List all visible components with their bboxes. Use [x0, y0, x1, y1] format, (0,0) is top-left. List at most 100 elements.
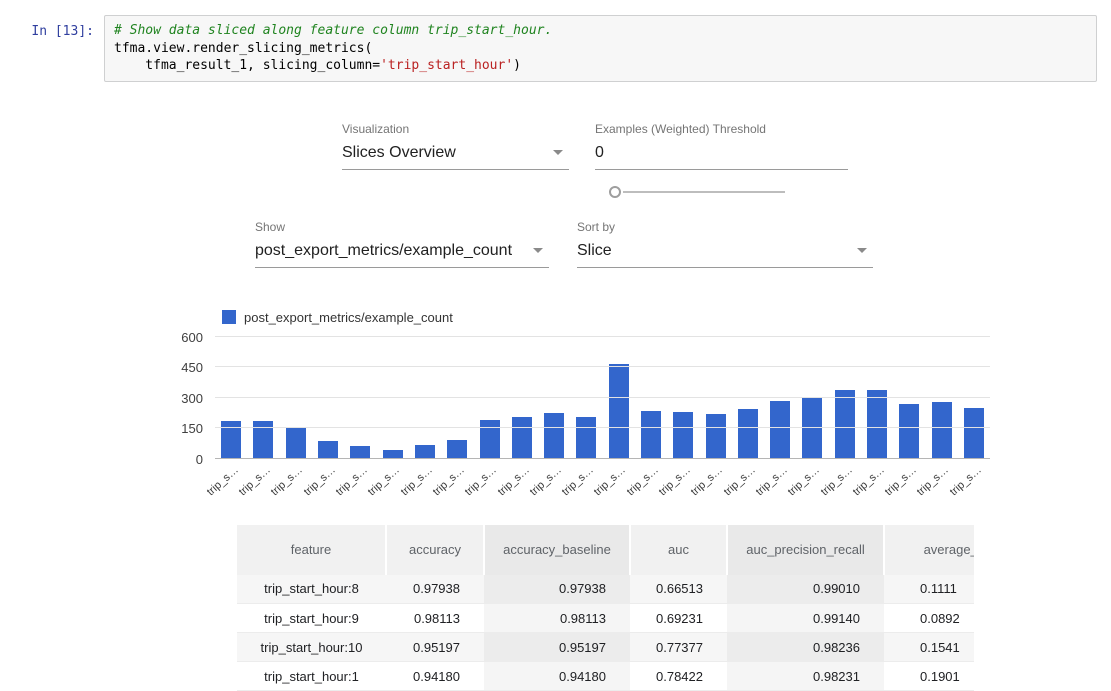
bar-slot [570, 337, 602, 459]
bar[interactable] [576, 417, 596, 459]
bar-chart: post_export_metrics/example_count 015030… [0, 310, 1111, 505]
column-header-auc[interactable]: auc [630, 525, 727, 575]
column-header-accuracy[interactable]: accuracy [386, 525, 484, 575]
chevron-down-icon [553, 150, 563, 155]
bar[interactable] [544, 413, 564, 459]
bar[interactable] [964, 408, 984, 459]
bar[interactable] [447, 440, 467, 458]
notebook-cell: In [13]: # Show data sliced along featur… [0, 0, 1111, 82]
x-label-slot: trip_s… [312, 459, 344, 505]
y-tick-label: 150 [181, 421, 203, 436]
bar[interactable] [899, 404, 919, 459]
gridline [215, 366, 990, 367]
slider-knob[interactable] [609, 186, 621, 198]
bar[interactable] [770, 401, 790, 459]
bar[interactable] [835, 390, 855, 459]
column-header-average_los[interactable]: average_los [884, 525, 974, 575]
x-label-slot: trip_s… [538, 459, 570, 505]
metric-cell: 0.0892 [884, 604, 974, 633]
x-label-slot: trip_s… [473, 459, 505, 505]
sort-field: Sort by Slice [577, 220, 873, 268]
bar[interactable] [867, 390, 887, 459]
y-tick-label: 450 [181, 360, 203, 375]
table-row[interactable]: trip_start_hour:80.979380.979380.665130.… [237, 575, 974, 604]
bar[interactable] [706, 414, 726, 459]
metric-cell: 0.1541 [884, 633, 974, 662]
bar-slot [473, 337, 505, 459]
metric-cell: 0.94180 [386, 662, 484, 691]
column-header-feature[interactable]: feature [237, 525, 386, 575]
feature-cell: trip_start_hour:9 [237, 604, 386, 633]
x-label-slot: trip_s… [699, 459, 731, 505]
x-label-slot: trip_s… [344, 459, 376, 505]
bar-slot [699, 337, 731, 459]
bar-slot [667, 337, 699, 459]
legend-swatch [222, 310, 236, 324]
code-line-3: tfma_result_1, slicing_column='trip_star… [114, 57, 1087, 75]
x-label-slot: trip_s… [280, 459, 312, 505]
threshold-input[interactable] [595, 144, 848, 170]
metric-cell: 0.97938 [386, 575, 484, 604]
bar[interactable] [641, 411, 661, 459]
visualization-label: Visualization [342, 122, 569, 136]
chart-body: 0150300450600 trip_s…trip_s…trip_s…trip_… [185, 337, 1111, 505]
metric-cell: 0.69231 [630, 604, 727, 633]
visualization-dropdown[interactable]: Slices Overview [342, 144, 569, 170]
chevron-down-icon [857, 248, 867, 253]
x-label-slot: trip_s… [603, 459, 635, 505]
x-label-slot: trip_s… [506, 459, 538, 505]
bar[interactable] [318, 441, 338, 458]
metric-cell: 0.1901 [884, 662, 974, 691]
metric-cell: 0.97938 [484, 575, 630, 604]
metric-cell: 0.98231 [727, 662, 884, 691]
column-header-auc_precision_recall[interactable]: auc_precision_recall [727, 525, 884, 575]
x-label-slot: trip_s… [376, 459, 408, 505]
table-row[interactable]: trip_start_hour:90.981130.981130.692310.… [237, 604, 974, 633]
bar-slot [376, 337, 408, 459]
sort-dropdown[interactable]: Slice [577, 242, 873, 268]
bar-slot [635, 337, 667, 459]
slider-track[interactable] [623, 191, 785, 193]
bar[interactable] [738, 409, 758, 459]
bar[interactable] [286, 428, 306, 459]
code-text: tfma.view.render_slicing_metrics( [114, 41, 372, 56]
bar[interactable] [609, 364, 629, 459]
show-dropdown[interactable]: post_export_metrics/example_count [255, 242, 549, 268]
y-tick-label: 0 [196, 452, 203, 467]
table-row[interactable]: trip_start_hour:100.951970.951970.773770… [237, 633, 974, 662]
gridline [215, 397, 990, 398]
bar-slot [247, 337, 279, 459]
x-labels: trip_s…trip_s…trip_s…trip_s…trip_s…trip_… [215, 459, 990, 505]
y-tick-label: 300 [181, 391, 203, 406]
metrics-table-container: featureaccuracyaccuracy_baselineaucauc_p… [237, 525, 974, 691]
legend-label: post_export_metrics/example_count [244, 310, 453, 325]
code-comment: # Show data sliced along feature column … [114, 23, 552, 38]
x-label-slot: trip_s… [861, 459, 893, 505]
input-prompt: In [13]: [0, 15, 104, 82]
x-label-slot: trip_s… [441, 459, 473, 505]
code-text: ) [513, 58, 521, 73]
table-row[interactable]: trip_start_hour:10.941800.941800.784220.… [237, 662, 974, 691]
code-cell[interactable]: # Show data sliced along feature column … [104, 15, 1097, 82]
bar[interactable] [932, 402, 952, 459]
metric-cell: 0.95197 [386, 633, 484, 662]
column-header-accuracy_baseline[interactable]: accuracy_baseline [484, 525, 630, 575]
bar-slot [215, 337, 247, 459]
bar-slot [409, 337, 441, 459]
bar[interactable] [480, 420, 500, 459]
bar-slot [893, 337, 925, 459]
bar-slot [926, 337, 958, 459]
metric-cell: 0.78422 [630, 662, 727, 691]
metrics-table: featureaccuracyaccuracy_baselineaucauc_p… [237, 525, 974, 691]
bar[interactable] [512, 417, 532, 459]
gridline [215, 427, 990, 428]
metric-cell: 0.1111 [884, 575, 974, 604]
metric-cell: 0.94180 [484, 662, 630, 691]
bar-slot [796, 337, 828, 459]
show-label: Show [255, 220, 549, 234]
bar-slot [958, 337, 990, 459]
metric-cell: 0.98236 [727, 633, 884, 662]
feature-cell: trip_start_hour:10 [237, 633, 386, 662]
gridline [215, 336, 990, 337]
bar[interactable] [673, 412, 693, 459]
